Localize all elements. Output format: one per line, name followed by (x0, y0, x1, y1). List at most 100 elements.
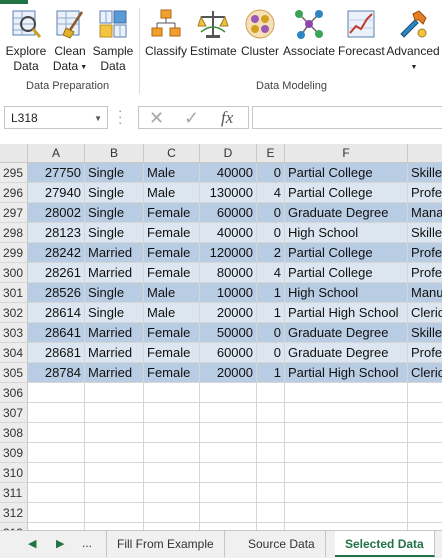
empty-cell[interactable] (200, 443, 257, 463)
empty-cell[interactable] (285, 483, 408, 503)
cell-f[interactable]: Graduate Degree (285, 343, 408, 363)
empty-cell[interactable] (85, 403, 144, 423)
empty-cell[interactable] (144, 523, 200, 530)
empty-cell[interactable] (257, 403, 285, 423)
tab-selected-data[interactable]: Selected Data (335, 531, 435, 557)
cell-a[interactable]: 28614 (28, 303, 85, 323)
cell-e[interactable]: 4 (257, 183, 285, 203)
empty-cell[interactable] (28, 503, 85, 523)
cell-g[interactable]: Skille (408, 223, 442, 243)
associate-button[interactable]: Associate (283, 6, 335, 78)
cell-d[interactable]: 80000 (200, 263, 257, 283)
column-header-d[interactable]: D (200, 144, 257, 163)
empty-cell[interactable] (85, 423, 144, 443)
cell-e[interactable]: 0 (257, 203, 285, 223)
empty-cell[interactable] (408, 503, 442, 523)
row-header[interactable]: 297 (0, 203, 28, 223)
explore-data-button[interactable]: Explore Data (4, 6, 48, 78)
cell-b[interactable]: Married (85, 363, 144, 383)
cell-f[interactable]: Graduate Degree (285, 203, 408, 223)
cell-g[interactable]: Skille (408, 323, 442, 343)
column-header-e[interactable]: E (257, 144, 285, 163)
classify-button[interactable]: Classify (144, 6, 188, 78)
cell-g[interactable]: Profe (408, 263, 442, 283)
cell-d[interactable]: 20000 (200, 363, 257, 383)
cell-c[interactable]: Female (144, 223, 200, 243)
empty-cell[interactable] (408, 383, 442, 403)
empty-cell[interactable] (285, 423, 408, 443)
row-header[interactable]: 312 (0, 503, 28, 523)
empty-cell[interactable] (144, 443, 200, 463)
cell-g[interactable]: Profe (408, 343, 442, 363)
cell-a[interactable]: 28002 (28, 203, 85, 223)
empty-cell[interactable] (144, 503, 200, 523)
cell-a[interactable]: 28784 (28, 363, 85, 383)
row-header[interactable]: 307 (0, 403, 28, 423)
cell-a[interactable]: 28123 (28, 223, 85, 243)
cell-g[interactable]: Cleric (408, 303, 442, 323)
empty-cell[interactable] (28, 383, 85, 403)
cell-c[interactable]: Female (144, 263, 200, 283)
row-header[interactable]: 306 (0, 383, 28, 403)
cell-b[interactable]: Married (85, 343, 144, 363)
row-header[interactable]: 309 (0, 443, 28, 463)
empty-cell[interactable] (85, 483, 144, 503)
column-header-a[interactable]: A (28, 144, 85, 163)
cell-f[interactable]: High School (285, 283, 408, 303)
cell-f[interactable]: Partial High School (285, 363, 408, 383)
cell-c[interactable]: Female (144, 243, 200, 263)
row-header[interactable]: 305 (0, 363, 28, 383)
cell-a[interactable]: 28261 (28, 263, 85, 283)
cell-f[interactable]: Partial High School (285, 303, 408, 323)
empty-cell[interactable] (28, 403, 85, 423)
empty-cell[interactable] (144, 423, 200, 443)
cell-c[interactable]: Male (144, 283, 200, 303)
clean-data-button[interactable]: Clean Data ▼ (52, 6, 88, 78)
cell-c[interactable]: Male (144, 183, 200, 203)
enter-icon[interactable]: ✓ (184, 107, 199, 129)
empty-cell[interactable] (85, 463, 144, 483)
row-header[interactable]: 311 (0, 483, 28, 503)
empty-cell[interactable] (257, 383, 285, 403)
tab-fill-from-example[interactable]: Fill From Example (106, 531, 225, 557)
empty-cell[interactable] (408, 423, 442, 443)
cell-b[interactable]: Single (85, 283, 144, 303)
cell-c[interactable]: Male (144, 303, 200, 323)
name-box[interactable]: L318 ▼ (4, 106, 108, 129)
cell-d[interactable]: 60000 (200, 203, 257, 223)
cell-f[interactable]: Graduate Degree (285, 323, 408, 343)
empty-cell[interactable] (408, 523, 442, 530)
cell-a[interactable]: 28242 (28, 243, 85, 263)
cell-b[interactable]: Single (85, 203, 144, 223)
cell-a[interactable]: 27750 (28, 163, 85, 183)
cell-d[interactable]: 10000 (200, 283, 257, 303)
cell-a[interactable]: 28681 (28, 343, 85, 363)
cluster-button[interactable]: Cluster (239, 6, 281, 78)
cell-e[interactable]: 1 (257, 283, 285, 303)
cell-b[interactable]: Married (85, 263, 144, 283)
sample-data-button[interactable]: Sample Data (92, 6, 134, 78)
row-header[interactable]: 300 (0, 263, 28, 283)
row-header[interactable]: 299 (0, 243, 28, 263)
empty-cell[interactable] (28, 523, 85, 530)
cell-g[interactable]: Profe (408, 183, 442, 203)
cell-d[interactable]: 130000 (200, 183, 257, 203)
cell-c[interactable]: Female (144, 323, 200, 343)
cell-a[interactable]: 28641 (28, 323, 85, 343)
cell-d[interactable]: 40000 (200, 163, 257, 183)
cell-g[interactable]: Mana (408, 203, 442, 223)
cell-d[interactable]: 60000 (200, 343, 257, 363)
empty-cell[interactable] (144, 463, 200, 483)
cell-g[interactable]: Profe (408, 243, 442, 263)
empty-cell[interactable] (200, 463, 257, 483)
empty-cell[interactable] (257, 523, 285, 530)
empty-cell[interactable] (285, 503, 408, 523)
empty-cell[interactable] (285, 403, 408, 423)
tab-source-data[interactable]: Source Data (238, 531, 326, 557)
cell-f[interactable]: Partial College (285, 163, 408, 183)
cancel-icon[interactable]: ✕ (149, 107, 164, 129)
cell-b[interactable]: Single (85, 303, 144, 323)
select-all-corner[interactable] (0, 144, 28, 163)
advanced-button[interactable]: Advanced ▼ (385, 6, 441, 78)
empty-cell[interactable] (408, 443, 442, 463)
